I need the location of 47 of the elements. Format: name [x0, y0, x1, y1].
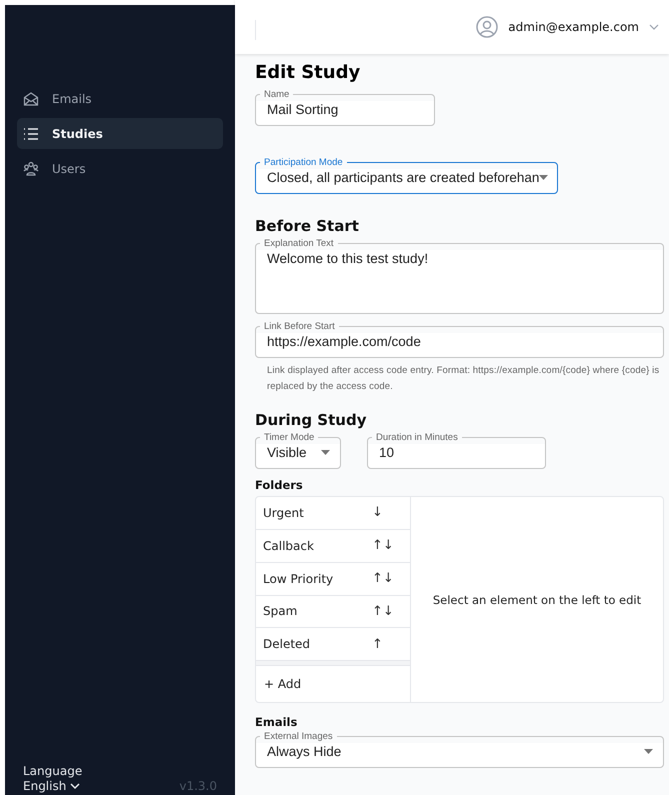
input-field[interactable]: Duration in Minutes 10: [367, 431, 546, 469]
section-heading: Folders: [255, 478, 304, 492]
section-heading: During Study: [255, 411, 368, 430]
field-label: External Images: [263, 730, 334, 743]
input-field[interactable]: Explanation Text Welcome to this test study!: [255, 237, 664, 314]
empty-state-text: Select an element on the left to edit: [432, 592, 642, 608]
add-button[interactable]: + Add: [256, 666, 302, 702]
dropdown-arrow-icon: [321, 450, 330, 455]
users-icon: [23, 160, 39, 176]
section-heading: Before Start: [255, 217, 360, 236]
input-field[interactable]: Name Mail Sorting: [255, 88, 435, 126]
select-field[interactable]: External Images Always Hide: [255, 730, 664, 768]
move-arrows-icon[interactable]: ↑↓: [372, 571, 402, 586]
field-label: Link Before Start: [263, 320, 336, 333]
folder-item[interactable]: Spam ↑↓: [256, 596, 410, 628]
select-field[interactable]: Timer Mode Visible: [255, 431, 341, 469]
page-title: Edit Study: [255, 62, 362, 83]
dropdown-arrow-icon: [539, 175, 548, 180]
field-label: Timer Mode: [263, 431, 316, 444]
envelope-icon: [23, 90, 39, 106]
select-field[interactable]: Participation Mode Closed, all participants are created beforehan: [255, 156, 558, 194]
folder-item[interactable]: Low Priority ↑↓: [256, 562, 410, 596]
section-heading: Emails: [255, 715, 298, 729]
language-select[interactable]: English: [23, 779, 82, 793]
nav-item[interactable]: Emails: [17, 83, 223, 114]
folder-item[interactable]: Urgent ↓: [256, 497, 410, 530]
folder-item[interactable]: Callback ↑↓: [256, 530, 410, 563]
user-menu[interactable]: admin@example.com: [476, 16, 659, 38]
field-label: Duration in Minutes: [375, 431, 459, 444]
input-field[interactable]: Link Before Start https://example.com/code: [255, 320, 664, 358]
move-arrows-icon[interactable]: ↑: [372, 636, 402, 652]
version-label: v1.3.0: [179, 779, 217, 793]
chevron-down-icon: [649, 24, 659, 30]
field-label: Participation Mode: [263, 156, 344, 169]
field-label: Name: [263, 88, 290, 101]
field-label: Explanation Text: [263, 237, 335, 250]
list-icon: [23, 126, 39, 140]
move-arrows-icon[interactable]: ↑↓: [372, 604, 402, 619]
language-label: Language: [23, 764, 82, 778]
move-arrows-icon[interactable]: ↑↓: [372, 538, 402, 554]
user-avatar-icon: [476, 16, 498, 38]
move-arrows-icon[interactable]: ↓: [372, 505, 402, 520]
dropdown-arrow-icon: [644, 749, 653, 754]
chevron-down-icon: [70, 782, 80, 790]
helper-text: Link displayed after access code entry. Format: https://example.com/{code} where {code} is replaced by the access code.: [266, 364, 660, 394]
nav-item[interactable]: Users: [17, 153, 223, 184]
nav-item[interactable]: Studies: [17, 118, 223, 149]
